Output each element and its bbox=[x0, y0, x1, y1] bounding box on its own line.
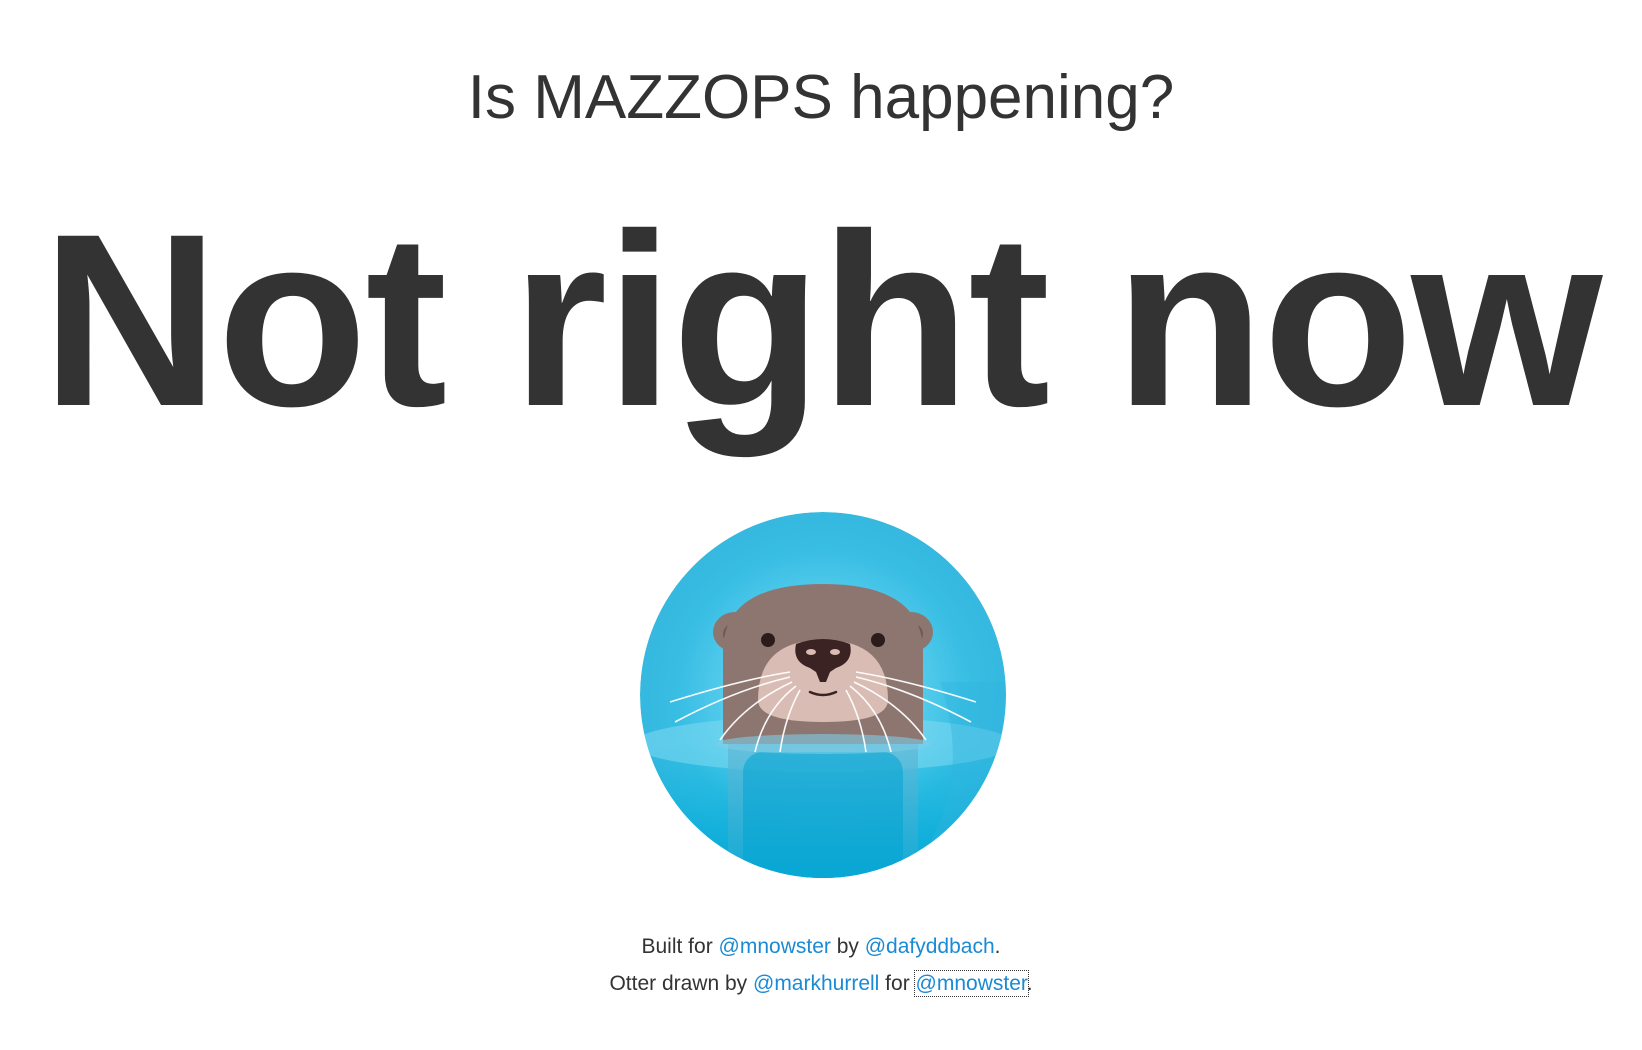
link-mnowster-focused[interactable]: @mnowster bbox=[913, 970, 1029, 997]
link-mnowster[interactable]: @mnowster bbox=[719, 935, 831, 958]
credits: Built for @mnowster by @dafyddbach. Otte… bbox=[0, 928, 1642, 1002]
link-markhurrell[interactable]: @markhurrell bbox=[753, 972, 879, 995]
credits-period: . bbox=[994, 935, 1001, 958]
link-dafyddbach[interactable]: @dafyddbach bbox=[865, 935, 995, 958]
otter-illustration bbox=[640, 512, 1006, 878]
page-question: Is MAZZOPS happening? bbox=[467, 63, 1175, 132]
credits-built-for-text: Built for bbox=[641, 935, 719, 958]
credits-for-text: for bbox=[879, 972, 916, 995]
credits-line-1: Built for @mnowster by @dafyddbach. bbox=[0, 928, 1642, 965]
credits-line-2: Otter drawn by @markhurrell for @mnowste… bbox=[0, 965, 1642, 1002]
credits-period: . bbox=[1026, 972, 1033, 995]
page: Is MAZZOPS happening? Not right now Buil… bbox=[0, 0, 1642, 1050]
credits-otter-drawn-text: Otter drawn by bbox=[609, 972, 753, 995]
credits-by-text: by bbox=[830, 935, 865, 958]
otter-icon bbox=[640, 512, 1006, 878]
status-answer: Not right now bbox=[41, 183, 1603, 458]
